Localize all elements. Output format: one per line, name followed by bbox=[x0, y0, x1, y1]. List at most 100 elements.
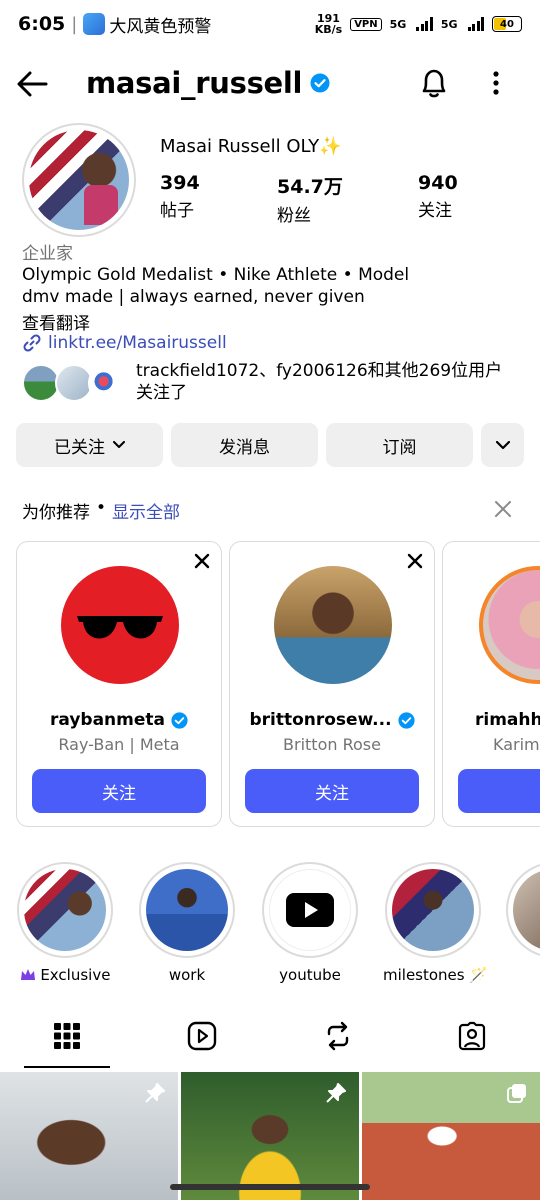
profile-actions: 已关注 发消息 订阅 bbox=[16, 423, 524, 467]
verified-badge-icon bbox=[171, 711, 188, 729]
highlight-cover bbox=[17, 862, 113, 958]
suggestions-title: 为你推荐 bbox=[22, 503, 90, 523]
followed-by[interactable]: trackfield1072、fy2006126和其他269位用户 关注了 bbox=[22, 360, 526, 404]
highlight-cover bbox=[385, 862, 481, 958]
back-arrow-icon[interactable] bbox=[16, 70, 48, 98]
chevron-down-icon bbox=[113, 441, 125, 448]
highlight-label-text: work bbox=[168, 966, 206, 984]
pin-icon bbox=[326, 1083, 346, 1103]
suggestion-card[interactable]: brittonrosew... Britton Rose 关注 bbox=[229, 541, 435, 827]
status-bar: 6:05 | 大风黄色预警 191 KB/s VPN 5G 5G 40 bbox=[0, 0, 540, 48]
highlight-label-text: Exclusive bbox=[40, 966, 111, 984]
subscribe-button-label: 订阅 bbox=[382, 437, 417, 458]
highlight-cover bbox=[506, 862, 540, 958]
suggestion-username-text: raybanmeta bbox=[50, 710, 165, 730]
signal-label-1: 5G bbox=[389, 17, 407, 31]
stat-following[interactable]: 940 关注 bbox=[418, 172, 458, 221]
profile-avatar[interactable] bbox=[22, 123, 136, 237]
followed-by-line-2: 关注了 bbox=[136, 383, 187, 403]
chevron-down-icon bbox=[495, 440, 510, 449]
highlight-work[interactable]: work bbox=[137, 862, 237, 984]
highlight-label-text: youtube bbox=[279, 966, 341, 984]
message-button[interactable]: 发消息 bbox=[171, 423, 318, 467]
follow-button[interactable]: 关注 bbox=[245, 769, 419, 813]
message-button-label: 发消息 bbox=[219, 437, 270, 458]
sunglasses-icon bbox=[77, 616, 163, 639]
bio-line-1: Olympic Gold Medalist • Nike Athlete • M… bbox=[22, 265, 410, 285]
highlight-exclusive[interactable]: Exclusive bbox=[15, 862, 115, 984]
subscribe-button[interactable]: 订阅 bbox=[326, 423, 473, 467]
highlight-youtube[interactable]: youtube bbox=[260, 862, 360, 984]
verified-badge-icon bbox=[397, 711, 415, 729]
suggestion-username: rimahhh bbox=[443, 710, 540, 730]
following-button-label: 已关注 bbox=[54, 437, 105, 458]
pin-icon bbox=[145, 1083, 165, 1103]
stat-posts[interactable]: 394 帖子 bbox=[160, 172, 200, 221]
close-suggestions-icon[interactable] bbox=[492, 498, 514, 520]
dismiss-suggestion-icon[interactable] bbox=[193, 552, 211, 570]
suggestion-subtitle: Britton Rose bbox=[283, 735, 381, 754]
vpn-badge: VPN bbox=[350, 17, 382, 31]
tagged-tab-icon[interactable] bbox=[457, 1020, 487, 1052]
highlight-cover bbox=[262, 862, 358, 958]
dismiss-suggestion-icon[interactable] bbox=[406, 552, 424, 570]
reels-tab-icon[interactable] bbox=[187, 1020, 217, 1052]
battery-level: 40 bbox=[500, 18, 514, 30]
signal-label-2: 5G bbox=[440, 17, 458, 31]
suggestion-card[interactable]: rimahhh Karima 关注 bbox=[442, 541, 540, 827]
post-thumbnail[interactable] bbox=[0, 1072, 178, 1200]
followed-by-text: trackfield1072、fy2006126和其他269位用户 关注了 bbox=[136, 360, 526, 404]
suggestions-header: 为你推荐 • 显示全部 bbox=[22, 498, 180, 523]
following-button[interactable]: 已关注 bbox=[16, 423, 163, 467]
reposts-tab-icon[interactable] bbox=[323, 1020, 353, 1052]
suggestion-username-text: brittonrosew... bbox=[249, 710, 392, 730]
followed-by-line-1: trackfield1072、fy2006126和其他269位用户 bbox=[136, 361, 503, 381]
stat-followers[interactable]: 54.7万 粉丝 bbox=[277, 172, 343, 226]
post-thumbnail[interactable] bbox=[181, 1072, 359, 1200]
profile-link[interactable]: linktr.ee/Masairussell bbox=[22, 333, 227, 353]
highlight-milestones[interactable]: milestones 🪄 bbox=[383, 862, 488, 984]
home-indicator[interactable] bbox=[170, 1184, 370, 1190]
highlight-image bbox=[24, 869, 106, 951]
profile-category: 企业家 bbox=[22, 244, 73, 264]
suggestions-dot: • bbox=[96, 498, 107, 518]
status-right: 191 KB/s VPN 5G 5G 40 bbox=[315, 13, 522, 35]
username-text: masai_russell bbox=[86, 66, 303, 100]
suggestion-username: raybanmeta bbox=[17, 710, 221, 730]
profile-header: masai_russell bbox=[0, 58, 540, 110]
suggestion-avatar bbox=[479, 566, 540, 684]
signal-bars-2-icon bbox=[467, 17, 484, 31]
profile-avatar-image bbox=[29, 130, 129, 230]
follow-button[interactable]: 关注 bbox=[32, 769, 206, 813]
highlight-cover bbox=[139, 862, 235, 958]
signal-bars-1-icon bbox=[416, 17, 433, 31]
suggestion-avatar bbox=[61, 566, 179, 684]
stat-followers-count: 54.7万 bbox=[277, 176, 343, 198]
highlight-partial[interactable] bbox=[506, 862, 540, 958]
profile-bio: Olympic Gold Medalist • Nike Athlete • M… bbox=[22, 264, 409, 308]
stat-following-count: 940 bbox=[418, 172, 458, 194]
more-options-icon[interactable] bbox=[486, 68, 506, 98]
follow-button[interactable]: 关注 bbox=[458, 769, 540, 813]
status-notification: 大风黄色预警 bbox=[109, 16, 212, 37]
stat-following-label: 关注 bbox=[418, 201, 452, 221]
followed-by-avatars bbox=[22, 362, 126, 402]
post-thumbnail[interactable] bbox=[362, 1072, 540, 1200]
notification-bell-icon[interactable] bbox=[418, 66, 450, 100]
profile-username: masai_russell bbox=[86, 66, 330, 100]
network-speed: 191 KB/s bbox=[315, 13, 342, 35]
follower-avatar-3 bbox=[88, 364, 126, 402]
stat-followers-label: 粉丝 bbox=[277, 206, 311, 226]
suggested-accounts-toggle[interactable] bbox=[481, 423, 524, 467]
highlight-image bbox=[392, 869, 474, 951]
highlight-label: Exclusive bbox=[15, 966, 115, 984]
see-translation-link[interactable]: 查看翻译 bbox=[22, 309, 90, 334]
grid-posts-tab-icon[interactable] bbox=[52, 1020, 82, 1052]
profile-tabs bbox=[0, 1010, 540, 1070]
highlight-image bbox=[513, 869, 540, 951]
suggestion-card[interactable]: raybanmeta Ray-Ban | Meta 关注 bbox=[16, 541, 222, 827]
show-all-link[interactable]: 显示全部 bbox=[112, 498, 180, 523]
profile-link-text: linktr.ee/Masairussell bbox=[48, 333, 227, 353]
highlight-image bbox=[146, 869, 228, 951]
network-speed-unit: KB/s bbox=[314, 23, 343, 36]
